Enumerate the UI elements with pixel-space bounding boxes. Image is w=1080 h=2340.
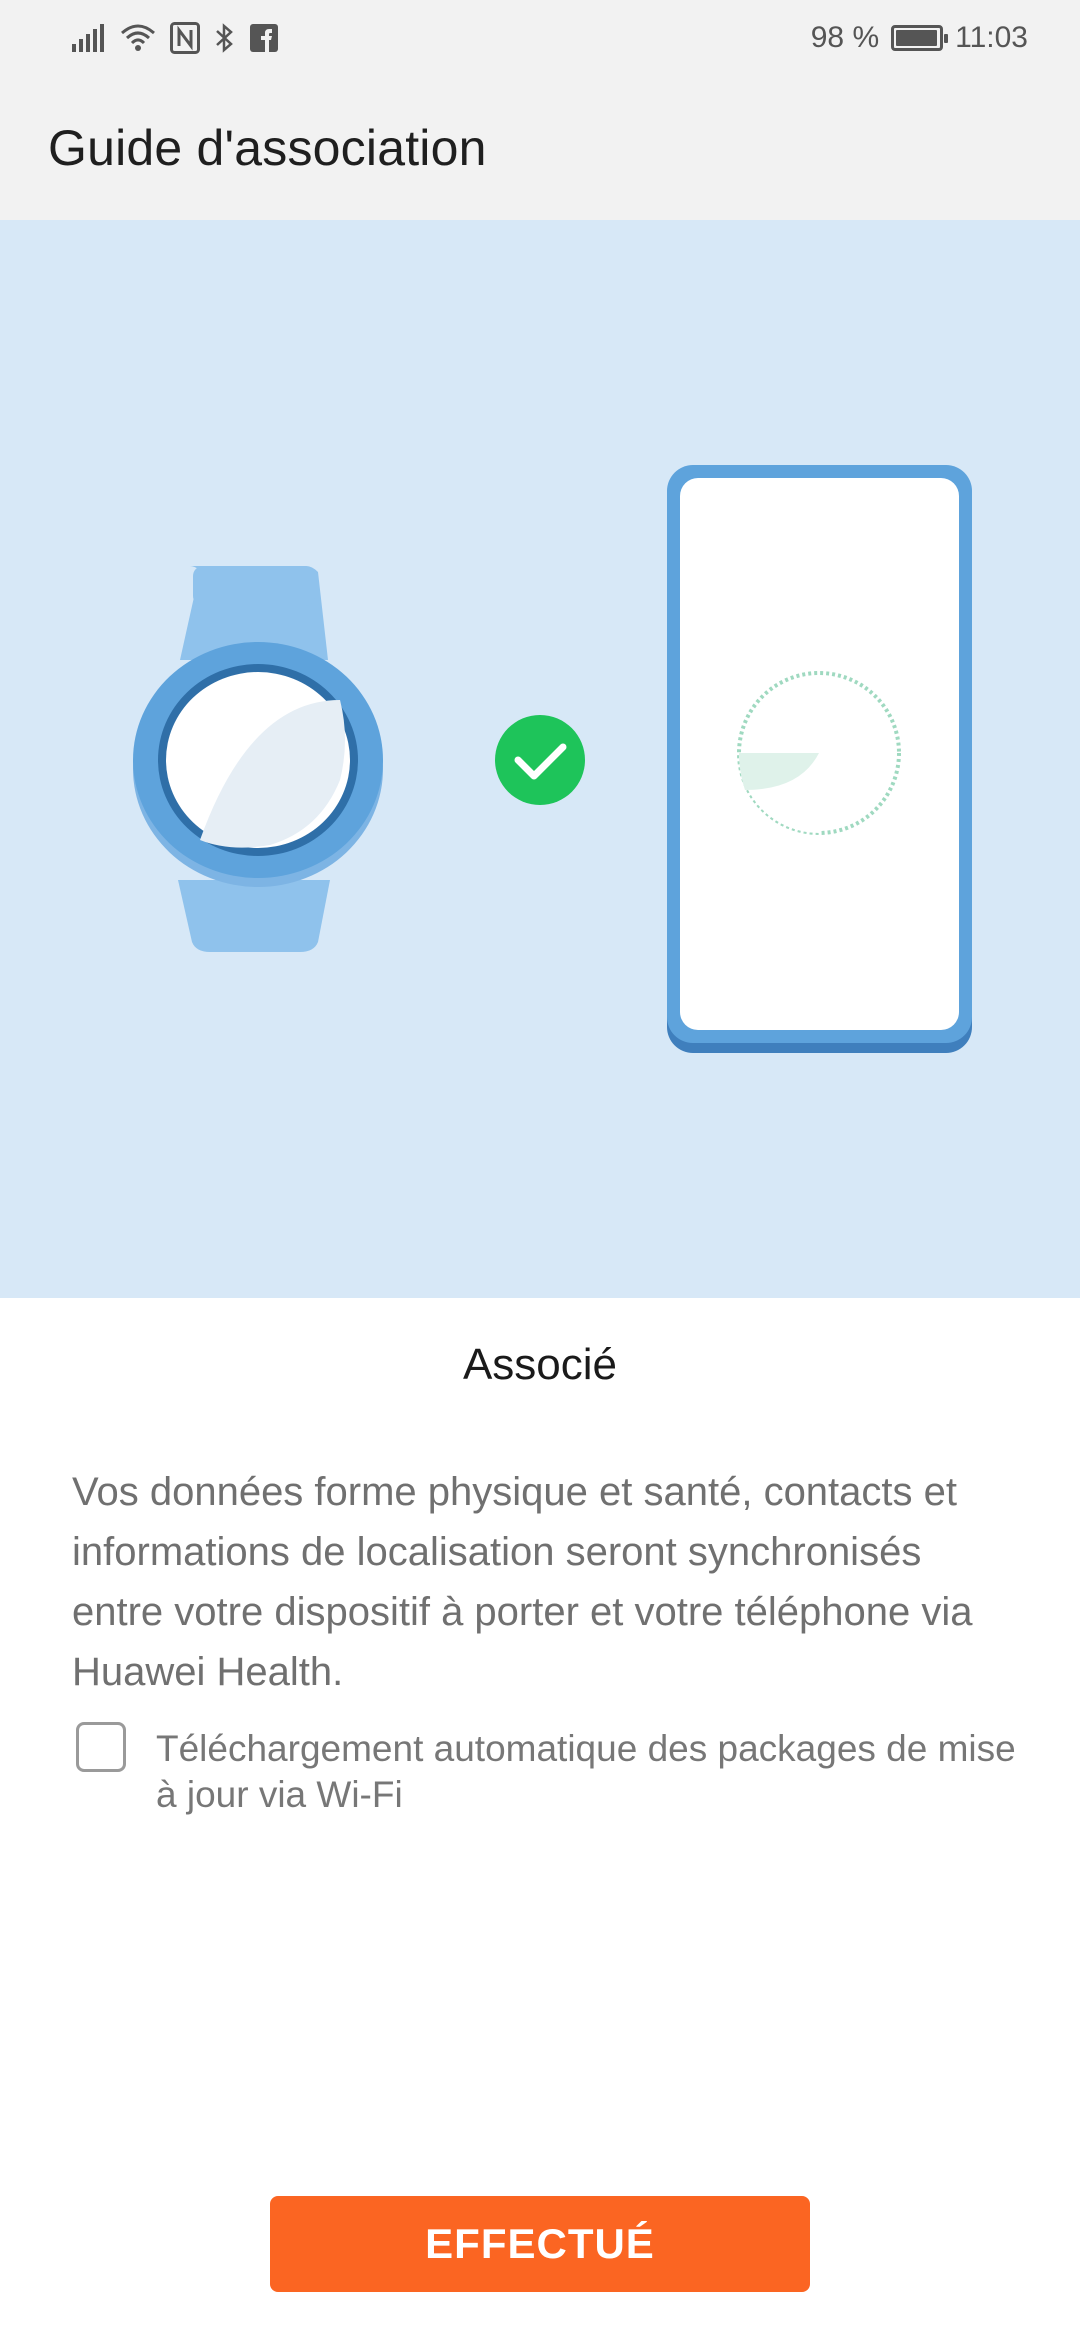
facebook-icon [250,20,278,56]
auto-update-option[interactable]: Téléchargement automatique des packages … [76,1722,1016,1818]
status-icons-right: 98 % 11:03 [811,21,1028,55]
illustration-canvas [133,465,972,1053]
nfc-icon [170,20,200,56]
auto-update-label: Téléchargement automatique des packages … [156,1728,1016,1815]
app-bar: Guide d'association [0,75,1080,220]
bluetooth-icon [214,20,236,56]
battery-percent: 98 % [810,20,880,54]
wifi-icon [120,20,156,56]
battery-icon [891,24,949,51]
sync-description: Vos données forme physique et santé, con… [72,1470,973,1694]
signal-icon [72,20,106,56]
clock: 11:03 [955,20,1028,54]
check-icon [495,715,585,805]
done-button[interactable]: EFFECTUÉ [270,2196,810,2292]
auto-update-checkbox[interactable] [76,1722,126,1772]
pairing-status-label: Associé [462,1340,618,1389]
battery-level [896,29,938,46]
status-icons-left [72,20,278,56]
status-bar: 98 % 11:03 [0,0,1080,75]
watch-icon [133,566,383,952]
pairing-illustration [0,220,1080,1298]
phone-icon [667,465,972,1053]
page-title: Guide d'association [48,119,487,176]
